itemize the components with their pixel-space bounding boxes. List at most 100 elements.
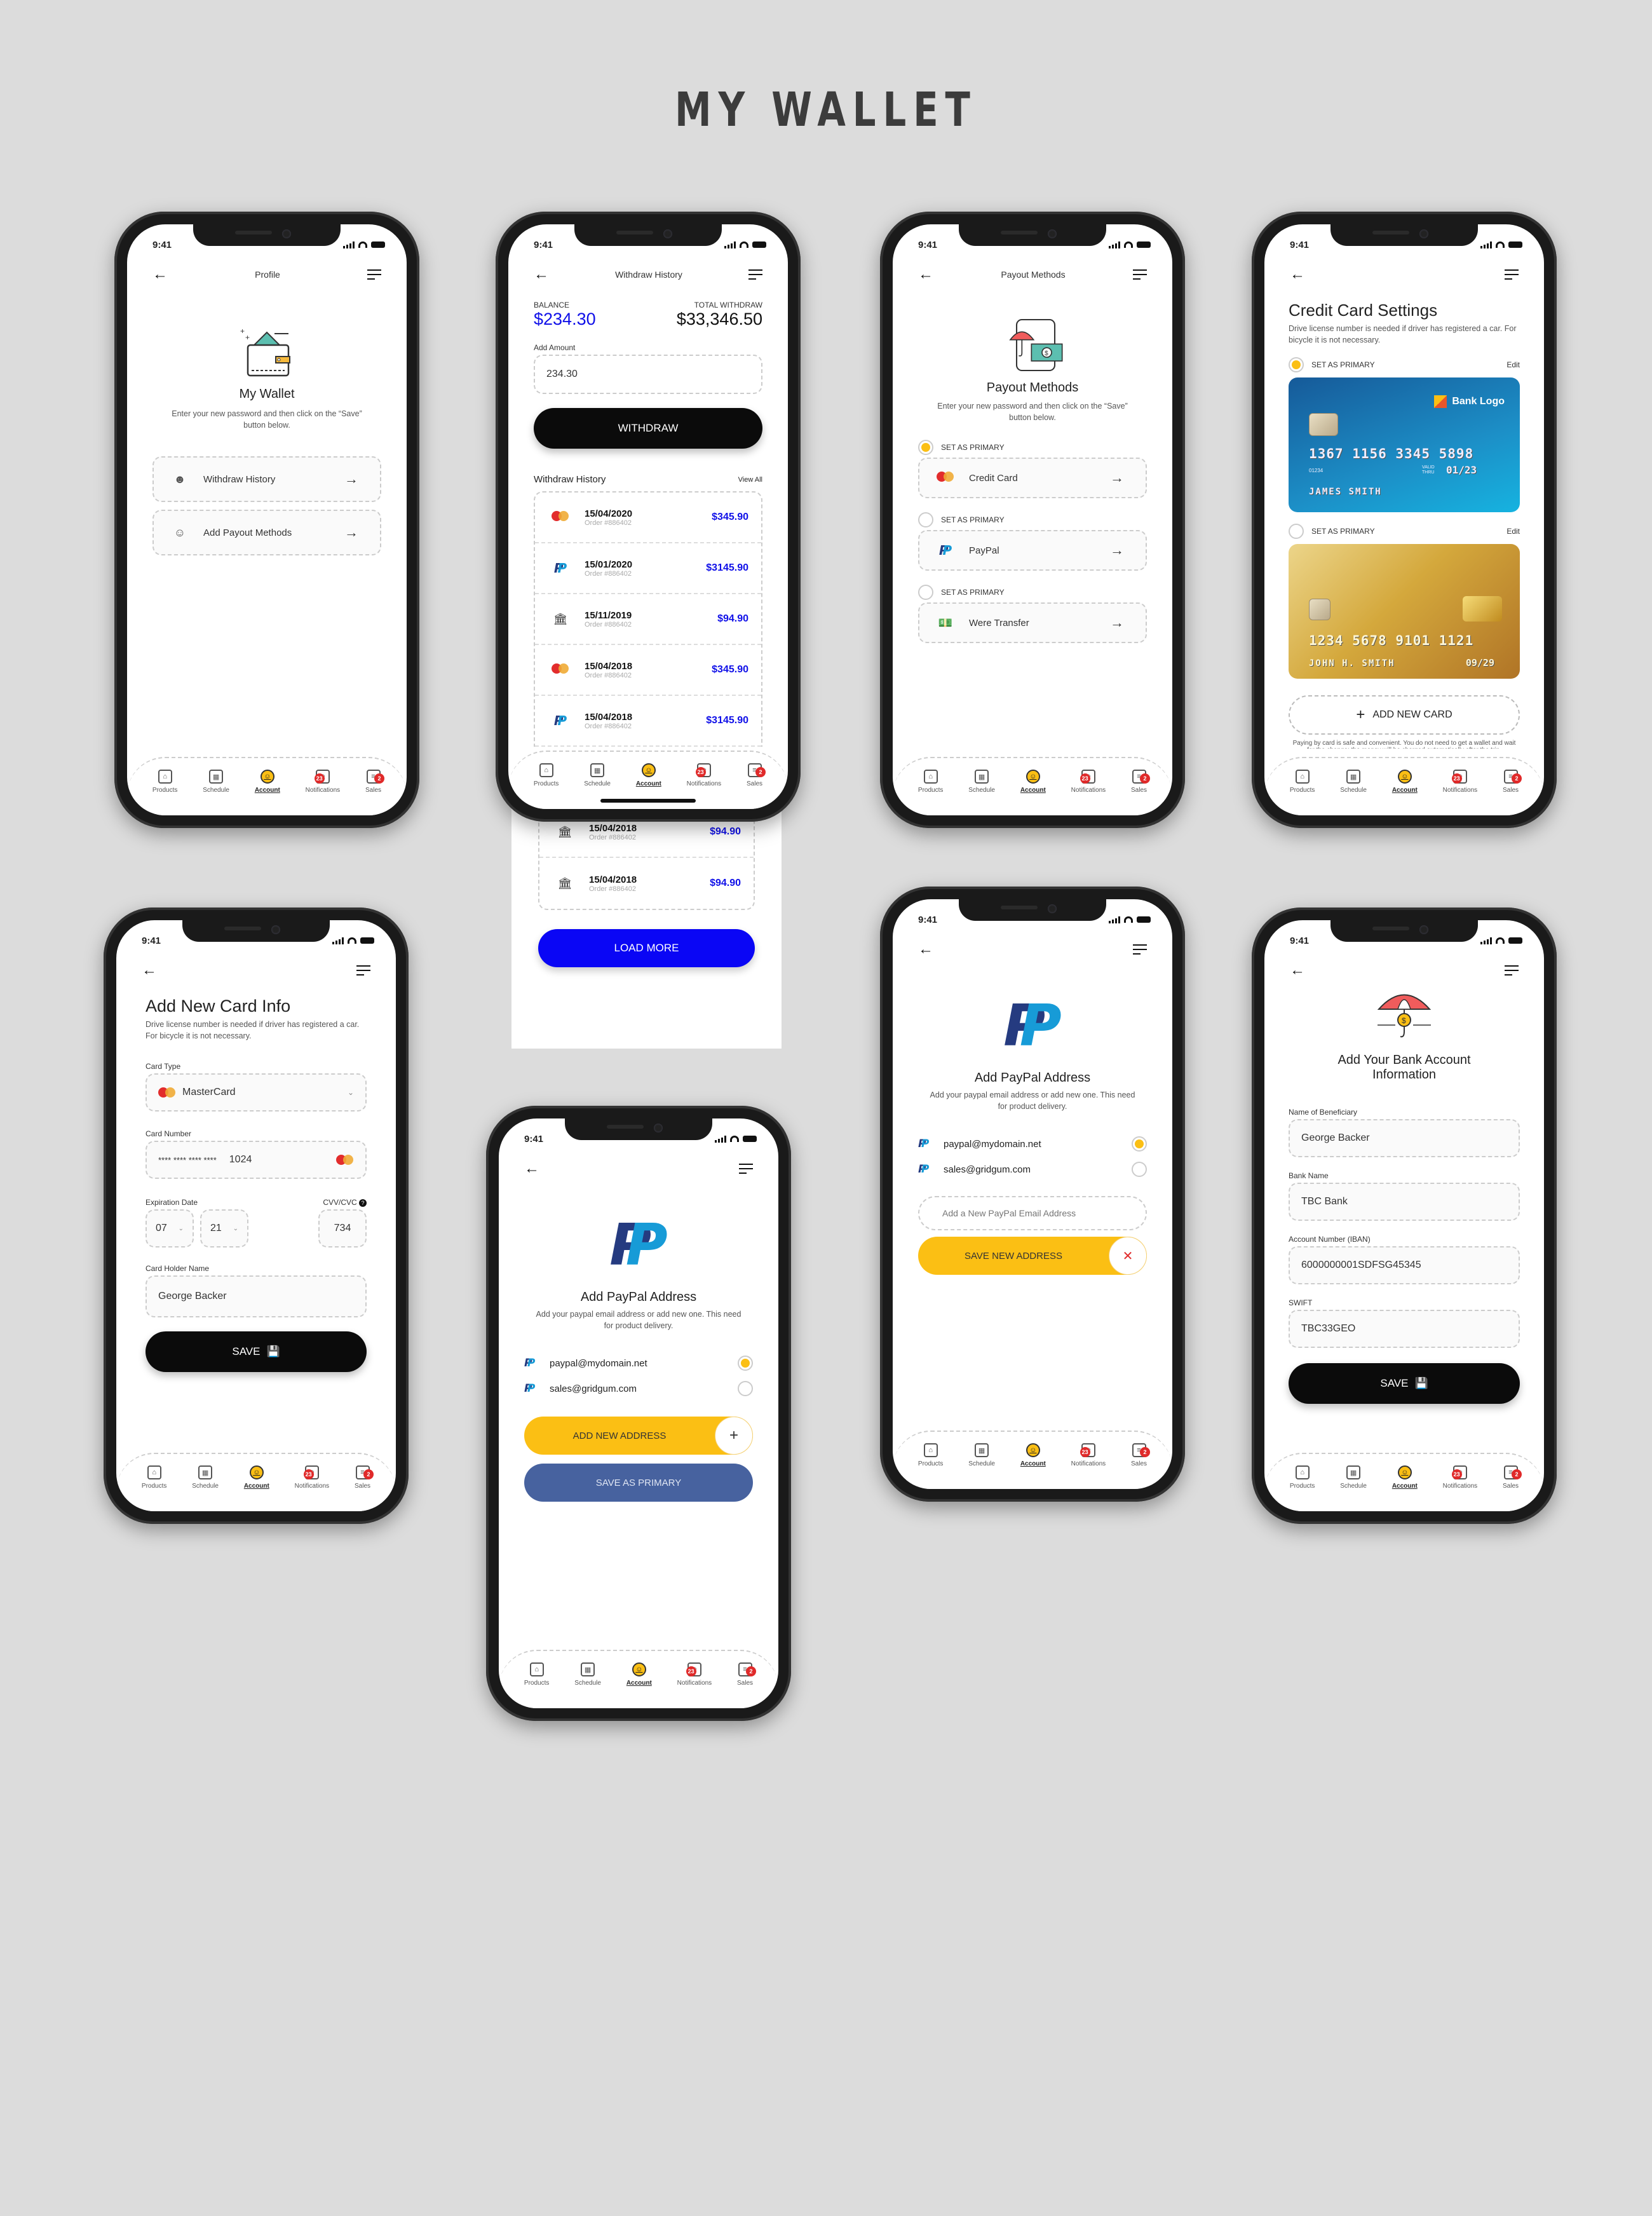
cvv-input[interactable]: 734 [318, 1209, 367, 1247]
tab-notifications[interactable]: ⍾23Notifications [306, 770, 340, 794]
tab-schedule[interactable]: ▦ Schedule [584, 763, 611, 787]
tab-sales[interactable]: ≡ 2 Sales [1503, 1465, 1522, 1490]
menu-icon[interactable] [739, 1164, 753, 1174]
email-radio[interactable] [738, 1356, 753, 1371]
payout-paypal[interactable]: PP PayPal → [918, 530, 1147, 571]
expiry-year-select[interactable]: 21 ⌄ [200, 1209, 248, 1247]
email-radio[interactable] [1132, 1136, 1147, 1152]
paypal-email-item[interactable]: PP sales@gridgum.com [524, 1376, 753, 1401]
back-arrow-icon[interactable]: ← [142, 963, 157, 978]
history-row[interactable]: 15/04/2018 Order #886402 $345.90 [535, 645, 761, 696]
tab-sales[interactable]: ≡ 2 Sales [747, 763, 766, 787]
close-icon[interactable]: ✕ [1109, 1237, 1147, 1275]
save-button[interactable]: SAVE 💾 [146, 1331, 367, 1372]
history-row[interactable]: PP 15/01/2020 Order #886402 $3145.90 [535, 543, 761, 594]
menu-icon[interactable] [1505, 965, 1519, 975]
payout-wire-transfer[interactable]: 💵 Were Transfer → [918, 602, 1147, 643]
add-new-address-button[interactable]: ADD NEW ADDRESS + [524, 1417, 753, 1455]
tab-notifications[interactable]: ⍾23Notifications [1071, 1443, 1106, 1467]
tab-notifications[interactable]: ⍾23Notifications [677, 1662, 712, 1687]
menu-icon[interactable] [356, 965, 370, 975]
tab-account[interactable]: ☺ Account [636, 763, 661, 787]
tab-products[interactable]: ⌂ Products [1290, 770, 1315, 794]
tab-notifications[interactable]: ⍾23Notifications [1443, 1465, 1477, 1490]
back-arrow-icon[interactable]: ← [1290, 963, 1305, 978]
add-new-card-button[interactable]: + ADD NEW CARD [1289, 695, 1520, 735]
tab-schedule[interactable]: ▦ Schedule [574, 1662, 601, 1687]
withdraw-history-item[interactable]: ☻ Withdraw History → [152, 456, 381, 502]
save-button[interactable]: SAVE 💾 [1289, 1363, 1520, 1404]
tab-account[interactable]: ☺ Account [255, 770, 280, 794]
save-new-address-button[interactable]: SAVE NEW ADDRESS ✕ [918, 1237, 1147, 1275]
withdraw-button[interactable]: WITHDRAW [534, 408, 762, 449]
tab-schedule[interactable]: ▦ Schedule [968, 770, 995, 794]
email-radio[interactable] [1132, 1162, 1147, 1177]
primary-radio[interactable] [1289, 524, 1304, 539]
tab-products[interactable]: ⌂ Products [142, 1465, 166, 1490]
tab-products[interactable]: ⌂ Products [152, 770, 177, 794]
card-type-select[interactable]: MasterCard ⌄ [146, 1073, 367, 1111]
paypal-email-item[interactable]: PP paypal@mydomain.net [918, 1131, 1147, 1157]
credit-card-gold[interactable]: 1234 5678 9101 1121 JOHN H. SMITH 09/29 [1289, 544, 1520, 679]
paypal-email-item[interactable]: PP paypal@mydomain.net [524, 1350, 753, 1376]
tab-schedule[interactable]: ▦ Schedule [1340, 770, 1367, 794]
tab-schedule[interactable]: ▦ Schedule [1340, 1465, 1367, 1490]
tab-sales[interactable]: ≡ 2 Sales [1131, 770, 1150, 794]
expiry-month-select[interactable]: 07 ⌄ [146, 1209, 194, 1247]
menu-icon[interactable] [1133, 944, 1147, 955]
tab-sales[interactable]: ≡ 2 Sales [737, 1662, 756, 1687]
back-arrow-icon[interactable]: ← [918, 267, 933, 282]
primary-radio[interactable] [918, 440, 933, 455]
payout-credit-card[interactable]: Credit Card → [918, 458, 1147, 498]
tab-sales[interactable]: ≡ 2 Sales [1503, 770, 1522, 794]
tab-notifications[interactable]: ⍾23Notifications [295, 1465, 329, 1490]
tab-products[interactable]: ⌂ Products [918, 770, 943, 794]
back-arrow-icon[interactable]: ← [1290, 267, 1305, 282]
tab-account[interactable]: ☺ Account [1392, 1465, 1418, 1490]
tab-products[interactable]: ⌂ Products [534, 763, 559, 787]
paypal-email-item[interactable]: PP sales@gridgum.com [918, 1157, 1147, 1182]
beneficiary-input[interactable]: George Backer [1289, 1119, 1520, 1157]
history-row[interactable]: 🏛 15/11/2019 Order #886402 $94.90 [535, 594, 761, 645]
primary-radio[interactable] [918, 512, 933, 527]
menu-icon[interactable] [748, 269, 762, 280]
menu-icon[interactable] [1505, 269, 1519, 280]
bank-name-input[interactable]: TBC Bank [1289, 1183, 1520, 1221]
menu-icon[interactable] [367, 269, 381, 280]
tab-products[interactable]: ⌂ Products [1290, 1465, 1315, 1490]
card-number-input[interactable]: **** **** **** **** 1024 [146, 1141, 367, 1179]
history-row[interactable]: 🏛 15/04/2018 Order #886402 $94.90 [539, 858, 754, 909]
edit-link[interactable]: Edit [1506, 527, 1520, 536]
tab-account[interactable]: ☺ Account [1392, 770, 1418, 794]
credit-card-blue[interactable]: Bank Logo 1367 1156 3345 5898 01234 VALI… [1289, 377, 1520, 512]
primary-radio[interactable] [1289, 357, 1304, 372]
tab-sales[interactable]: ≡ 2 Sales [365, 770, 384, 794]
history-row[interactable]: 15/04/2020 Order #886402 $345.90 [535, 493, 761, 543]
tab-schedule[interactable]: ▦ Schedule [968, 1443, 995, 1467]
tab-account[interactable]: ☺ Account [244, 1465, 269, 1490]
tab-sales[interactable]: ≡ 2 Sales [1131, 1443, 1150, 1467]
tab-products[interactable]: ⌂ Products [524, 1662, 549, 1687]
back-arrow-icon[interactable]: ← [534, 267, 549, 282]
amount-input[interactable]: 234.30 [534, 355, 762, 394]
menu-icon[interactable] [1132, 269, 1147, 280]
email-radio[interactable] [738, 1381, 753, 1396]
tab-schedule[interactable]: ▦ Schedule [192, 1465, 219, 1490]
tab-notifications[interactable]: ⍾23Notifications [1443, 770, 1477, 794]
view-all-link[interactable]: View All [738, 476, 762, 484]
load-more-button[interactable]: LOAD MORE [538, 929, 755, 967]
tab-account[interactable]: ☺ Account [1020, 1443, 1046, 1467]
back-arrow-icon[interactable]: ← [918, 942, 933, 957]
edit-link[interactable]: Edit [1506, 360, 1520, 369]
tab-notifications[interactable]: ⍾23Notifications [687, 763, 721, 787]
save-as-primary-button[interactable]: SAVE AS PRIMARY [524, 1464, 753, 1502]
add-payout-methods-item[interactable]: ☺ Add Payout Methods → [152, 510, 381, 555]
tab-notifications[interactable]: ⍾23Notifications [1071, 770, 1106, 794]
help-icon[interactable]: ? [359, 1199, 367, 1207]
tab-schedule[interactable]: ▦ Schedule [203, 770, 229, 794]
tab-products[interactable]: ⌂ Products [918, 1443, 943, 1467]
back-arrow-icon[interactable]: ← [152, 267, 168, 282]
tab-account[interactable]: ☺ Account [626, 1662, 652, 1687]
swift-input[interactable]: TBC33GEO [1289, 1310, 1520, 1348]
primary-radio[interactable] [918, 585, 933, 600]
